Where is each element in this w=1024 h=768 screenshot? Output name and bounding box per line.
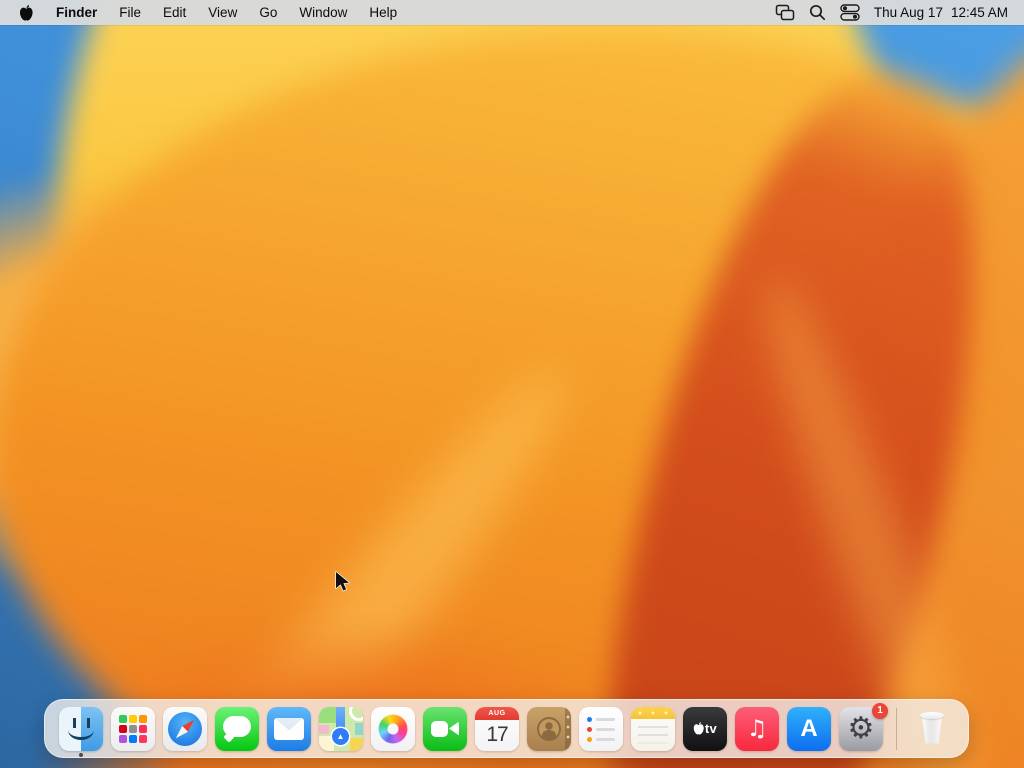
dock-icon-appletv[interactable]: tv	[683, 706, 727, 751]
menu-item-edit[interactable]: Edit	[152, 0, 197, 25]
calendar-day-label: 17	[486, 723, 508, 746]
contacts-book	[527, 706, 571, 751]
messages-bubble	[215, 706, 259, 751]
screen: Finder File Edit View Go Window Help Thu…	[0, 0, 1024, 768]
menu-bar-right: Thu Aug 17 12:45 AM	[775, 0, 1024, 25]
menu-item-view[interactable]: View	[197, 0, 248, 25]
apple-logo-icon	[693, 722, 704, 735]
calendar-month-label: AUG	[475, 706, 519, 720]
tv-label: tv	[704, 721, 718, 736]
dock-icon-messages[interactable]	[215, 706, 259, 751]
maps-navigation	[319, 706, 363, 751]
menu-item-help[interactable]: Help	[358, 0, 408, 25]
music-note	[735, 706, 779, 751]
photos-pinwheel	[371, 706, 415, 751]
reminders-list	[579, 706, 623, 751]
safari-compass	[163, 706, 207, 751]
menu-bar-clock[interactable]: Thu Aug 17 12:45 AM	[874, 5, 1008, 20]
dock-icon-photos[interactable]	[371, 706, 415, 751]
dock-icon-contacts[interactable]	[527, 706, 571, 751]
dock-icon-maps[interactable]	[319, 706, 363, 751]
dock-icon-mail[interactable]	[267, 706, 311, 751]
notification-badge: 1	[872, 702, 888, 719]
dock-icon-finder[interactable]	[59, 706, 103, 751]
app-store-glyph	[787, 706, 831, 751]
dock-icon-facetime[interactable]	[423, 706, 467, 751]
clock-time: 12:45 AM	[950, 5, 1008, 20]
dock-icon-launchpad[interactable]	[111, 706, 155, 751]
menu-item-finder[interactable]: Finder	[45, 0, 108, 25]
apple-menu[interactable]	[0, 0, 45, 25]
facetime-camera	[423, 706, 467, 751]
desktop-wallpaper	[0, 0, 1024, 768]
dock-icon-calendar[interactable]: AUG 17	[475, 706, 519, 751]
dock-icon-trash[interactable]	[910, 707, 954, 751]
menu-bar-left: Finder File Edit View Go Window Help	[0, 0, 408, 25]
menu-item-file[interactable]: File	[108, 0, 152, 25]
dock-separator	[896, 707, 897, 750]
finder-face	[59, 706, 103, 751]
dock-icon-notes[interactable]	[631, 706, 675, 751]
menu-item-window[interactable]: Window	[288, 0, 358, 25]
notes-pad	[631, 706, 675, 751]
clock-date: Thu Aug 17	[873, 5, 943, 20]
apple-icon	[19, 4, 33, 21]
spotlight-search-icon[interactable]	[809, 4, 826, 21]
stage-manager-icon[interactable]	[775, 4, 795, 22]
trash-basket	[910, 707, 954, 751]
dock-icon-music[interactable]	[735, 706, 779, 751]
control-center-icon[interactable]	[840, 4, 860, 21]
dock-icon-system-settings[interactable]: 1	[839, 702, 888, 751]
mail-envelope	[267, 706, 311, 751]
dock: AUG 17 tv	[44, 699, 969, 758]
apple-tv-tile: tv	[683, 706, 727, 751]
calendar-tile: AUG 17	[475, 706, 519, 751]
menu-bar: Finder File Edit View Go Window Help Thu…	[0, 0, 1024, 25]
launchpad-grid	[111, 706, 155, 751]
menu-item-go[interactable]: Go	[248, 0, 288, 25]
dock-icon-safari[interactable]	[163, 706, 207, 751]
dock-icon-reminders[interactable]	[579, 706, 623, 751]
dock-icon-appstore[interactable]	[787, 706, 831, 751]
